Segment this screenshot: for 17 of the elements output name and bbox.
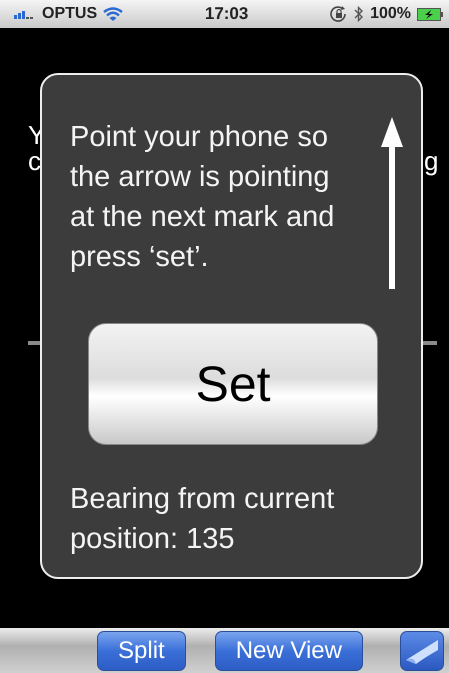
toolbar-button[interactable]: Split bbox=[97, 630, 186, 670]
status-time: 17:03 bbox=[204, 4, 248, 24]
up-arrow-icon bbox=[381, 117, 403, 289]
background-text: c bbox=[28, 146, 41, 177]
bluetooth-icon bbox=[354, 6, 364, 22]
rotation-lock-icon bbox=[330, 6, 348, 22]
carrier-name: OPTUS bbox=[42, 5, 98, 23]
instruction-text: Point your phone so the arrow is pointing at the next mark and press ‘set’. bbox=[70, 120, 336, 275]
wifi-icon bbox=[103, 6, 124, 22]
bearing-text: Bearing from current position: 135 bbox=[70, 482, 336, 557]
battery-percent: 100% bbox=[370, 5, 411, 23]
page-curl-button[interactable] bbox=[400, 630, 444, 670]
background-text: g bbox=[424, 146, 438, 177]
set-button[interactable]: Set bbox=[88, 323, 378, 445]
charging-battery-icon bbox=[417, 8, 443, 20]
toolbar-button[interactable]: New View bbox=[214, 630, 363, 670]
signal-icon bbox=[14, 9, 36, 19]
